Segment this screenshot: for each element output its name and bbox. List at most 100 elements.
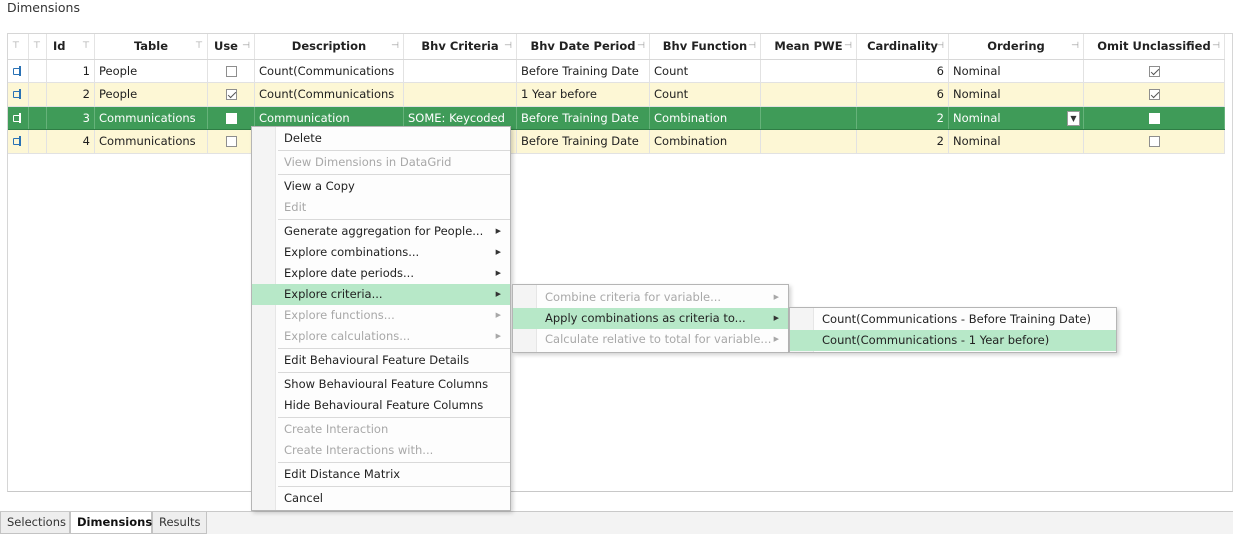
- table-row-selected[interactable]: 3 Communications Communication SOME: Key…: [8, 106, 1225, 130]
- mean-pwe-cell[interactable]: [760, 59, 857, 83]
- col-header-table[interactable]: Table ⊤: [94, 34, 208, 60]
- expand-cell[interactable]: [28, 82, 47, 107]
- use-checkbox[interactable]: [225, 136, 237, 148]
- table-cell[interactable]: People: [94, 59, 208, 83]
- bhv-function-cell[interactable]: Count: [649, 82, 761, 107]
- col-header-expand[interactable]: ⊤: [28, 34, 47, 60]
- col-header-ordering[interactable]: Ordering ⊣: [948, 34, 1084, 60]
- mean-pwe-cell[interactable]: [760, 106, 857, 130]
- pin-icon[interactable]: ⊣: [936, 41, 944, 51]
- menu-item-explore-functions[interactable]: Explore functions... ▶: [252, 305, 510, 326]
- menu-item-create-interactions-with[interactable]: Create Interactions with...: [252, 440, 510, 461]
- use-cell[interactable]: [207, 59, 255, 83]
- menu-item-explore-criteria[interactable]: Explore criteria... ▶: [252, 284, 510, 305]
- col-header-id[interactable]: Id ⊤: [46, 34, 95, 60]
- menu-item-calculate-relative[interactable]: Calculate relative to total for variable…: [513, 329, 788, 350]
- menu-item-generate-aggregation[interactable]: Generate aggregation for People... ▶: [252, 221, 510, 242]
- menu-item-apply-target-1[interactable]: Count(Communications - Before Training D…: [790, 309, 1116, 330]
- expand-cell[interactable]: [28, 106, 47, 130]
- cardinality-cell[interactable]: 6: [856, 59, 949, 83]
- menu-item-delete[interactable]: Delete: [252, 128, 510, 149]
- table-row[interactable]: 4 Communications Before Training Date Co…: [8, 129, 1225, 154]
- pin-icon[interactable]: ⊤: [82, 41, 90, 51]
- description-cell[interactable]: Count(Communications: [254, 59, 404, 83]
- bhv-function-cell[interactable]: Combination: [649, 106, 761, 130]
- menu-item-explore-combinations[interactable]: Explore combinations... ▶: [252, 242, 510, 263]
- use-checkbox[interactable]: [225, 89, 237, 101]
- pin-icon[interactable]: ⊣: [504, 41, 512, 51]
- bhv-criteria-cell[interactable]: [403, 59, 517, 83]
- pin-icon[interactable]: ⊣: [391, 41, 399, 51]
- col-header-rowicon[interactable]: ⊤: [8, 34, 29, 60]
- pin-icon[interactable]: ⊣: [1071, 41, 1079, 51]
- bhv-criteria-cell[interactable]: [403, 82, 517, 107]
- col-header-mean-pwe[interactable]: Mean PWE ⊣: [760, 34, 857, 60]
- pin-icon[interactable]: ⊤: [195, 41, 203, 51]
- col-header-omit-unclassified[interactable]: Omit Unclassified ⊣: [1083, 34, 1225, 60]
- ordering-cell[interactable]: Nominal ▼: [948, 106, 1084, 130]
- menu-item-show-bf-columns[interactable]: Show Behavioural Feature Columns: [252, 374, 510, 395]
- tab-selections[interactable]: Selections: [0, 512, 70, 534]
- chevron-down-icon[interactable]: ▼: [1067, 110, 1080, 126]
- pin-icon[interactable]: ⊣: [242, 41, 250, 51]
- dimensions-grid[interactable]: ⊤ ⊤ Id ⊤ Table ⊤ Use ⊣ Description ⊣ Bhv Cri…: [7, 33, 1233, 492]
- use-checkbox[interactable]: [225, 112, 237, 124]
- menu-item-edit[interactable]: Edit: [252, 197, 510, 218]
- bhv-date-period-cell[interactable]: Before Training Date: [516, 129, 650, 154]
- menu-item-view-copy[interactable]: View a Copy: [252, 176, 510, 197]
- id-cell[interactable]: 4: [46, 129, 95, 154]
- omit-unclassified-cell[interactable]: [1083, 129, 1225, 154]
- row-icon-cell[interactable]: [8, 82, 29, 107]
- pin-icon[interactable]: ⊤: [33, 41, 41, 51]
- bhv-date-period-cell[interactable]: Before Training Date: [516, 106, 650, 130]
- table-cell[interactable]: Communications: [94, 129, 208, 154]
- pin-icon[interactable]: ⊣: [637, 41, 645, 51]
- omit-unclassified-cell[interactable]: [1083, 59, 1225, 83]
- col-header-bhv-function[interactable]: Bhv Function ⊣: [649, 34, 761, 60]
- col-header-use[interactable]: Use ⊣: [207, 34, 255, 60]
- menu-item-explore-calculations[interactable]: Explore calculations... ▶: [252, 326, 510, 347]
- menu-item-explore-date-periods[interactable]: Explore date periods... ▶: [252, 263, 510, 284]
- id-cell[interactable]: 1: [46, 59, 95, 83]
- id-cell[interactable]: 3: [46, 106, 95, 130]
- ordering-cell[interactable]: Nominal: [948, 82, 1084, 107]
- col-header-bhv-date-period[interactable]: Bhv Date Period ⊣: [516, 34, 650, 60]
- use-checkbox[interactable]: [225, 65, 237, 77]
- table-cell[interactable]: Communications: [94, 106, 208, 130]
- table-cell[interactable]: People: [94, 82, 208, 107]
- tab-dimensions[interactable]: Dimensions: [70, 512, 152, 534]
- table-row[interactable]: 2 People Count(Communications 1 Year bef…: [8, 82, 1225, 107]
- cardinality-cell[interactable]: 2: [856, 106, 949, 130]
- pin-icon[interactable]: ⊤: [12, 41, 20, 51]
- use-cell[interactable]: [207, 129, 255, 154]
- table-row[interactable]: 1 People Count(Communications Before Tra…: [8, 59, 1225, 83]
- menu-item-edit-distance-matrix[interactable]: Edit Distance Matrix: [252, 464, 510, 485]
- col-header-bhv-criteria[interactable]: Bhv Criteria ⊣: [403, 34, 517, 60]
- ordering-cell[interactable]: Nominal: [948, 129, 1084, 154]
- bhv-date-period-cell[interactable]: 1 Year before: [516, 82, 650, 107]
- omit-unclassified-checkbox[interactable]: [1148, 112, 1160, 124]
- omit-unclassified-cell[interactable]: [1083, 106, 1225, 130]
- col-header-cardinality[interactable]: Cardinality ⊣: [856, 34, 949, 60]
- row-icon-cell[interactable]: [8, 129, 29, 154]
- description-cell[interactable]: Count(Communications: [254, 82, 404, 107]
- menu-item-hide-bf-columns[interactable]: Hide Behavioural Feature Columns: [252, 395, 510, 416]
- use-cell[interactable]: [207, 106, 255, 130]
- tab-results[interactable]: Results: [152, 512, 207, 534]
- mean-pwe-cell[interactable]: [760, 129, 857, 154]
- pin-icon[interactable]: ⊣: [1212, 41, 1220, 51]
- expand-cell[interactable]: [28, 129, 47, 154]
- expand-cell[interactable]: [28, 59, 47, 83]
- menu-item-cancel[interactable]: Cancel: [252, 488, 510, 509]
- menu-item-apply-combinations[interactable]: Apply combinations as criteria to... ▶: [513, 308, 788, 329]
- bhv-function-cell[interactable]: Combination: [649, 129, 761, 154]
- use-cell[interactable]: [207, 82, 255, 107]
- row-icon-cell[interactable]: [8, 106, 29, 130]
- id-cell[interactable]: 2: [46, 82, 95, 107]
- mean-pwe-cell[interactable]: [760, 82, 857, 107]
- omit-unclassified-checkbox[interactable]: [1148, 65, 1160, 77]
- ordering-cell[interactable]: Nominal: [948, 59, 1084, 83]
- omit-unclassified-checkbox[interactable]: [1148, 136, 1160, 148]
- menu-item-view-dimensions[interactable]: View Dimensions in DataGrid: [252, 152, 510, 173]
- menu-item-create-interaction[interactable]: Create Interaction: [252, 419, 510, 440]
